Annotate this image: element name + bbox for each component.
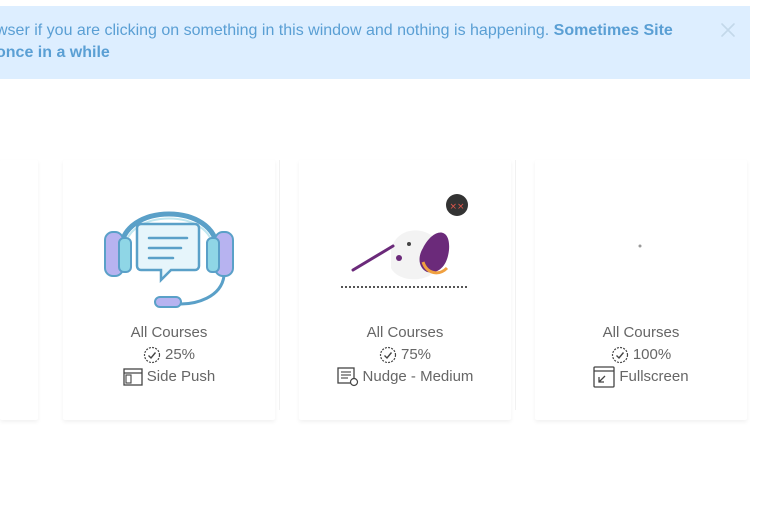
notice-text: wser if you are clicking on something in…: [0, 22, 554, 39]
card-layout-row: Side Push: [63, 366, 275, 388]
card-progress: 75%: [400, 346, 432, 363]
card-info: All Courses 100% Fullscreen: [535, 322, 747, 388]
card-layout: Fullscreen: [619, 368, 689, 385]
card-partial[interactable]: [0, 160, 38, 420]
loading-placeholder: [535, 180, 747, 315]
course-card-nudge-medium[interactable]: ×× All Courses 75% Nudge - Medium: [299, 160, 511, 420]
fullscreen-icon: [593, 366, 616, 388]
headset-support-icon: [63, 180, 275, 315]
card-progress-row: 25%: [63, 344, 275, 366]
notice-link-text[interactable]: Sometimes Site: [554, 22, 673, 39]
card-progress-row: 100%: [535, 344, 747, 366]
card-category: All Courses: [130, 324, 208, 341]
divider: [279, 160, 280, 410]
check-circle-icon: [143, 346, 161, 364]
card-layout-row: Nudge - Medium: [299, 366, 511, 388]
check-circle-icon: [379, 346, 397, 364]
dragon-cartoon-image: ××: [299, 180, 511, 315]
close-icon[interactable]: [720, 22, 736, 38]
page: wser if you are clicking on something in…: [0, 0, 782, 510]
notice-line-2: once in a while: [0, 42, 690, 64]
notice-link-text-2[interactable]: once in a while: [0, 44, 110, 61]
course-card-side-push[interactable]: All Courses 25% Side Push: [63, 160, 275, 420]
card-progress: 25%: [164, 346, 196, 363]
card-layout: Side Push: [146, 368, 216, 385]
svg-text:××: ××: [449, 202, 464, 212]
notice-banner: wser if you are clicking on something in…: [0, 6, 750, 79]
side-push-icon: [123, 368, 143, 386]
divider: [515, 160, 516, 410]
card-category: All Courses: [602, 324, 680, 341]
card-category: All Courses: [366, 324, 444, 341]
card-layout-row: Fullscreen: [535, 366, 747, 388]
check-circle-icon: [611, 346, 628, 364]
card-info: All Courses 25% Side Push: [63, 322, 275, 388]
course-card-fullscreen[interactable]: All Courses 100% Fullscreen: [535, 160, 747, 420]
card-progress: 100%: [632, 346, 672, 363]
card-layout: Nudge - Medium: [362, 368, 474, 385]
notice-line-1: wser if you are clicking on something in…: [0, 20, 690, 42]
card-info: All Courses 75% Nudge - Medium: [299, 322, 511, 388]
card-progress-row: 75%: [299, 344, 511, 366]
nudge-icon: [336, 367, 358, 387]
